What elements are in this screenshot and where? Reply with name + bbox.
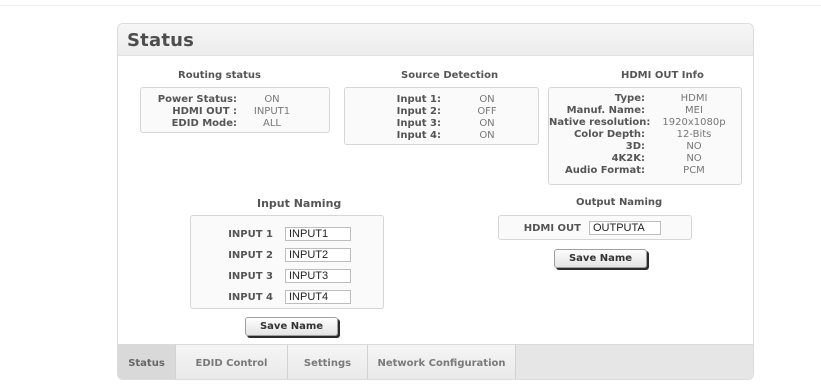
routing-key: HDMI OUT : [172,106,237,117]
source-key: Input 3: [396,118,441,129]
input-4-label: INPUT 4 [228,292,273,303]
source-key: Input 2: [396,106,441,117]
hdmi-value: HDMI [680,93,708,104]
hdmi-out-info-title: HDMI OUT Info [621,70,704,81]
input-naming-box: INPUT 1 INPUT 2 INPUT 3 INPUT 4 [190,215,384,309]
routing-row-hdmi-out: HDMI OUT : INPUT1 [141,106,331,117]
input-naming-title: Input Naming [257,197,342,210]
hdmi-key: 3D: [625,141,645,152]
input-2-label: INPUT 2 [228,250,273,261]
routing-key: EDID Mode: [171,118,237,129]
source-row-input2: Input 2: OFF [345,106,540,117]
hdmi-key: 4K2K: [611,153,645,164]
input-3-label: INPUT 3 [228,271,273,282]
routing-value: ALL [263,118,281,129]
hdmi-row-manuf: Manuf. Name: MEI [549,105,743,116]
hdmi-row-audio-format: Audio Format: PCM [549,165,743,176]
routing-row-power: Power Status: ON [141,94,331,105]
input-4-name-field[interactable] [285,290,351,304]
input-2-name-field[interactable] [285,248,351,262]
source-detection-title: Source Detection [401,70,499,81]
tab-network-configuration[interactable]: Network Configuration [368,345,516,379]
hdmi-value: NO [686,141,702,152]
hdmi-row-resolution: Native resolution: 1920x1080p [549,117,743,128]
hdmi-key: Color Depth: [573,129,645,140]
tab-edid-control[interactable]: EDID Control [176,345,288,379]
input-1-name-field[interactable] [285,227,351,241]
source-key: Input 1: [396,94,441,105]
hdmi-key: Manuf. Name: [566,105,645,116]
input-save-name-button[interactable]: Save Name [245,317,338,336]
hdmi-out-label: HDMI OUT [523,223,581,234]
tab-settings[interactable]: Settings [288,345,368,379]
routing-status-box: Power Status: ON HDMI OUT : INPUT1 EDID … [140,87,330,133]
hdmi-key: Native resolution: [549,117,651,128]
source-row-input3: Input 3: ON [345,118,540,129]
bottom-tab-bar: Status EDID Control Settings Network Con… [118,344,753,379]
hdmi-row-4k2k: 4K2K: NO [549,153,743,164]
hdmi-row-color-depth: Color Depth: 12-Bits [549,129,743,140]
source-row-input4: Input 4: ON [345,130,540,141]
source-row-input1: Input 1: ON [345,94,540,105]
hdmi-row-type: Type: HDMI [549,93,743,104]
source-detection-box: Input 1: ON Input 2: OFF Input 3: ON Inp… [344,87,539,145]
hdmi-key: Type: [614,93,645,104]
hdmi-out-name-field[interactable] [589,221,661,235]
hdmi-row-3d: 3D: NO [549,141,743,152]
routing-row-edid-mode: EDID Mode: ALL [141,118,331,129]
status-panel: Status Routing status Power Status: ON H… [117,23,754,380]
hdmi-value: 1920x1080p [662,117,726,128]
output-save-name-button[interactable]: Save Name [554,249,647,268]
hdmi-key: Audio Format: [565,165,645,176]
panel-header: Status [118,24,753,56]
source-value: ON [479,118,495,129]
routing-key: Power Status: [157,94,237,105]
top-divider [0,5,821,6]
hdmi-value: NO [686,153,702,164]
hdmi-value: 12-Bits [676,129,712,140]
input-3-name-field[interactable] [285,269,351,283]
hdmi-value: PCM [683,165,705,176]
routing-status-title: Routing status [178,70,261,81]
source-key: Input 4: [396,130,441,141]
output-naming-box: HDMI OUT [498,215,692,240]
source-value: ON [479,94,495,105]
hdmi-out-info-box: Type: HDMI Manuf. Name: MEI Native resol… [548,87,742,185]
page-title: Status [127,30,195,51]
routing-value: INPUT1 [253,106,291,117]
routing-value: ON [264,94,280,105]
tab-status[interactable]: Status [118,345,176,379]
hdmi-value: MEI [685,105,703,116]
output-naming-title: Output Naming [576,197,663,208]
source-value: OFF [477,106,497,117]
input-1-label: INPUT 1 [228,229,273,240]
source-value: ON [479,130,495,141]
